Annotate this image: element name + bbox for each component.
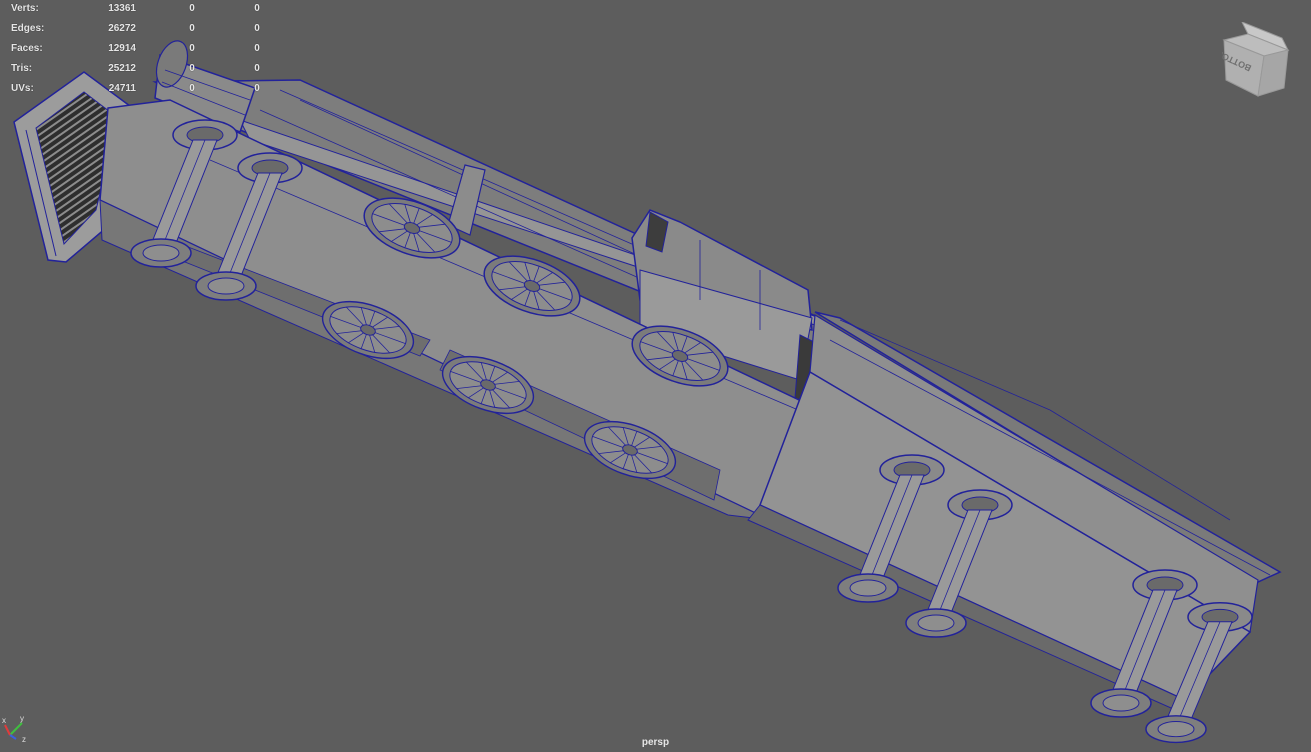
hud-selected: 0 (189, 3, 195, 14)
hud-selected: 0 (189, 63, 195, 74)
hud-selected: 0 (189, 43, 195, 54)
hud-selected: 0 (189, 83, 195, 94)
hud-selected-component: 0 (254, 3, 260, 14)
poly-count-hud: Verts: 13361 0 0 Edges: 26272 0 0 Faces: 12914 0 0 T… (11, 2, 271, 102)
hud-selected-component: 0 (254, 43, 260, 54)
hud-selected-component: 0 (254, 63, 260, 74)
hud-count: 25212 (108, 63, 136, 74)
hud-label: UVs: (11, 83, 34, 94)
hud-count: 13361 (108, 3, 136, 14)
hud-label: Tris: (11, 63, 33, 74)
hud-row-edges: Edges: 26272 0 0 (11, 22, 271, 42)
hud-label: Faces: (11, 43, 43, 54)
hud-count: 26272 (108, 23, 136, 34)
perspective-viewport[interactable]: Verts: 13361 0 0 Edges: 26272 0 0 Faces: 12914 0 0 T… (0, 0, 1311, 752)
locomotive-mesh[interactable] (0, 0, 1311, 752)
hud-count: 12914 (108, 43, 136, 54)
hud-selected-component: 0 (254, 83, 260, 94)
axis-y-label: y (20, 714, 24, 723)
hud-row-uvs: UVs: 24711 0 0 (11, 82, 271, 102)
hud-row-tris: Tris: 25212 0 0 (11, 62, 271, 82)
axis-x-label: x (2, 716, 6, 725)
hud-selected-component: 0 (254, 23, 260, 34)
hud-row-verts: Verts: 13361 0 0 (11, 2, 271, 22)
hud-selected: 0 (189, 23, 195, 34)
hud-row-faces: Faces: 12914 0 0 (11, 42, 271, 62)
hud-label: Verts: (11, 3, 39, 14)
hud-count: 24711 (108, 83, 136, 94)
view-cube-icon[interactable]: BOTTOM (1222, 22, 1290, 98)
hud-label: Edges: (11, 23, 45, 34)
camera-name-label: persp (641, 737, 670, 748)
